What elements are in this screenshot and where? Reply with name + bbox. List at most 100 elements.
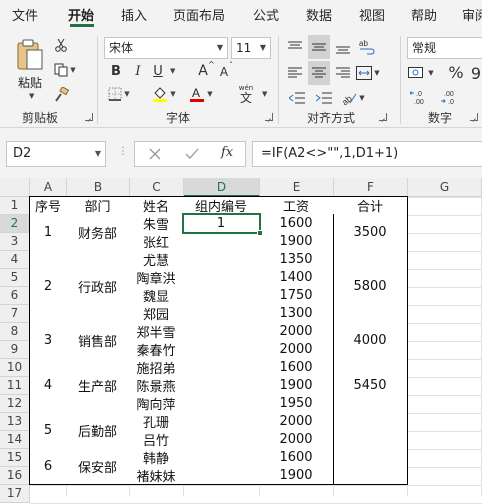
salary-cell[interactable]: 1350 (259, 250, 334, 269)
seq-cell[interactable]: 1 (29, 214, 67, 251)
tab-home[interactable]: 开始 (68, 5, 94, 24)
header-cell-e[interactable]: 工资 (259, 196, 334, 215)
name-cell[interactable]: 张红 (129, 232, 184, 251)
salary-cell[interactable]: 1600 (259, 214, 334, 233)
name-cell[interactable]: 褚妹妹 (129, 466, 184, 485)
seq-cell[interactable]: 5 (29, 412, 67, 449)
salary-cell[interactable]: 1400 (259, 268, 334, 287)
salary-cell[interactable]: 1900 (259, 466, 334, 485)
italic-button[interactable]: I (130, 61, 146, 81)
align-middle-button[interactable] (308, 35, 330, 59)
clipboard-launcher-icon[interactable] (85, 113, 93, 121)
accounting-format-button[interactable]: ▼ (407, 63, 435, 83)
number-format-combobox[interactable]: 常规 (407, 37, 482, 59)
row-header-4[interactable]: 4 (0, 251, 30, 269)
total-cell[interactable]: 5800 (333, 250, 408, 323)
column-header-c[interactable]: C (130, 178, 184, 197)
salary-cell[interactable]: 1950 (259, 394, 334, 413)
row-header-3[interactable]: 3 (0, 233, 30, 251)
seq-cell[interactable]: 4 (29, 358, 67, 413)
insert-function-button[interactable]: fx (221, 145, 233, 160)
row-header-14[interactable]: 14 (0, 431, 30, 449)
tab-data[interactable]: 数据 (306, 5, 332, 24)
dept-cell[interactable]: 保安部 (66, 448, 130, 485)
cut-button[interactable] (52, 36, 70, 54)
dept-cell[interactable]: 行政部 (66, 250, 130, 323)
align-center-button[interactable] (308, 61, 330, 85)
total-cell[interactable]: 5450 (333, 358, 408, 413)
font-color-button[interactable]: A ▼ (187, 85, 215, 103)
row-header-15[interactable]: 15 (0, 449, 30, 467)
fill-color-button[interactable]: ▼ (150, 85, 178, 103)
name-cell[interactable]: 陶章洪 (129, 268, 184, 287)
formula-input[interactable]: =IF(A2<>"",1,D1+1) (252, 141, 482, 167)
tab-formulas[interactable]: 公式 (253, 5, 279, 24)
group-number-cell[interactable] (183, 304, 260, 323)
alignment-launcher-icon[interactable] (379, 113, 387, 121)
header-cell-a[interactable]: 序号 (29, 196, 67, 215)
group-number-cell[interactable] (183, 322, 260, 341)
column-header-d[interactable]: D (184, 178, 260, 197)
number-launcher-icon[interactable] (470, 113, 478, 121)
dept-cell[interactable]: 后勤部 (66, 412, 130, 449)
name-cell[interactable]: 郑半雪 (129, 322, 184, 341)
decrease-decimal-button[interactable]: .00 .0 (438, 88, 464, 106)
total-cell[interactable]: 3500 (333, 214, 408, 251)
paste-button[interactable] (12, 36, 48, 76)
group-number-cell[interactable] (183, 250, 260, 269)
format-painter-button[interactable] (52, 86, 70, 104)
row-header-17[interactable]: 17 (0, 485, 30, 503)
group-number-cell[interactable] (183, 394, 260, 413)
phonetic-dropdown-icon[interactable]: ▼ (262, 90, 267, 98)
bold-button[interactable]: B (108, 61, 124, 81)
tab-view[interactable]: 视图 (359, 5, 385, 24)
total-cell[interactable] (333, 412, 408, 449)
name-cell[interactable]: 朱雪 (129, 214, 184, 233)
comma-style-button[interactable]: 9 (470, 63, 482, 83)
tab-insert[interactable]: 插入 (121, 5, 147, 24)
header-cell-b[interactable]: 部门 (66, 196, 130, 215)
row-header-11[interactable]: 11 (0, 377, 30, 395)
salary-cell[interactable]: 1900 (259, 376, 334, 395)
name-cell[interactable]: 孔珊 (129, 412, 184, 431)
orientation-button[interactable]: ab ▼ (339, 89, 367, 107)
row-header-5[interactable]: 5 (0, 269, 30, 287)
row-header-2[interactable]: 2 (0, 215, 30, 233)
salary-cell[interactable]: 1600 (259, 358, 334, 377)
dept-cell[interactable]: 销售部 (66, 322, 130, 359)
name-cell[interactable]: 魏显 (129, 286, 184, 305)
fill-handle[interactable] (257, 230, 263, 236)
align-right-button[interactable] (333, 63, 353, 83)
increase-indent-button[interactable] (312, 89, 336, 107)
percent-style-button[interactable]: % (446, 61, 466, 83)
name-cell[interactable]: 施招弟 (129, 358, 184, 377)
row-header-16[interactable]: 16 (0, 467, 30, 485)
column-header-g[interactable]: G (408, 178, 482, 197)
group-number-cell[interactable] (183, 430, 260, 449)
group-number-cell[interactable] (183, 376, 260, 395)
salary-cell[interactable]: 1750 (259, 286, 334, 305)
font-launcher-icon[interactable] (265, 113, 273, 121)
group-number-cell[interactable] (183, 232, 260, 251)
salary-cell[interactable]: 1300 (259, 304, 334, 323)
copy-button[interactable]: ▼ (52, 61, 78, 79)
underline-dropdown-icon[interactable]: ▼ (170, 67, 175, 75)
group-number-cell[interactable] (183, 448, 260, 467)
column-header-f[interactable]: F (334, 178, 408, 197)
worksheet-grid[interactable]: A B C D E F G 1 2 3 4 5 6 7 8 9 10 11 12 13 14 15 16 17 序号 部门 姓名 组内… (0, 178, 482, 504)
total-cell[interactable] (333, 448, 408, 485)
row-header-9[interactable]: 9 (0, 341, 30, 359)
salary-cell[interactable]: 1900 (259, 232, 334, 251)
row-header-6[interactable]: 6 (0, 287, 30, 305)
row-header-13[interactable]: 13 (0, 413, 30, 431)
group-number-cell[interactable] (183, 466, 260, 485)
row-header-7[interactable]: 7 (0, 305, 30, 323)
column-header-a[interactable]: A (30, 178, 67, 197)
cancel-icon[interactable] (149, 148, 161, 160)
enter-check-icon[interactable] (185, 148, 199, 160)
seq-cell[interactable]: 6 (29, 448, 67, 485)
name-cell[interactable]: 陶向萍 (129, 394, 184, 413)
salary-cell[interactable]: 2000 (259, 322, 334, 341)
group-number-cell[interactable] (183, 268, 260, 287)
row-header-1[interactable]: 1 (0, 197, 30, 215)
